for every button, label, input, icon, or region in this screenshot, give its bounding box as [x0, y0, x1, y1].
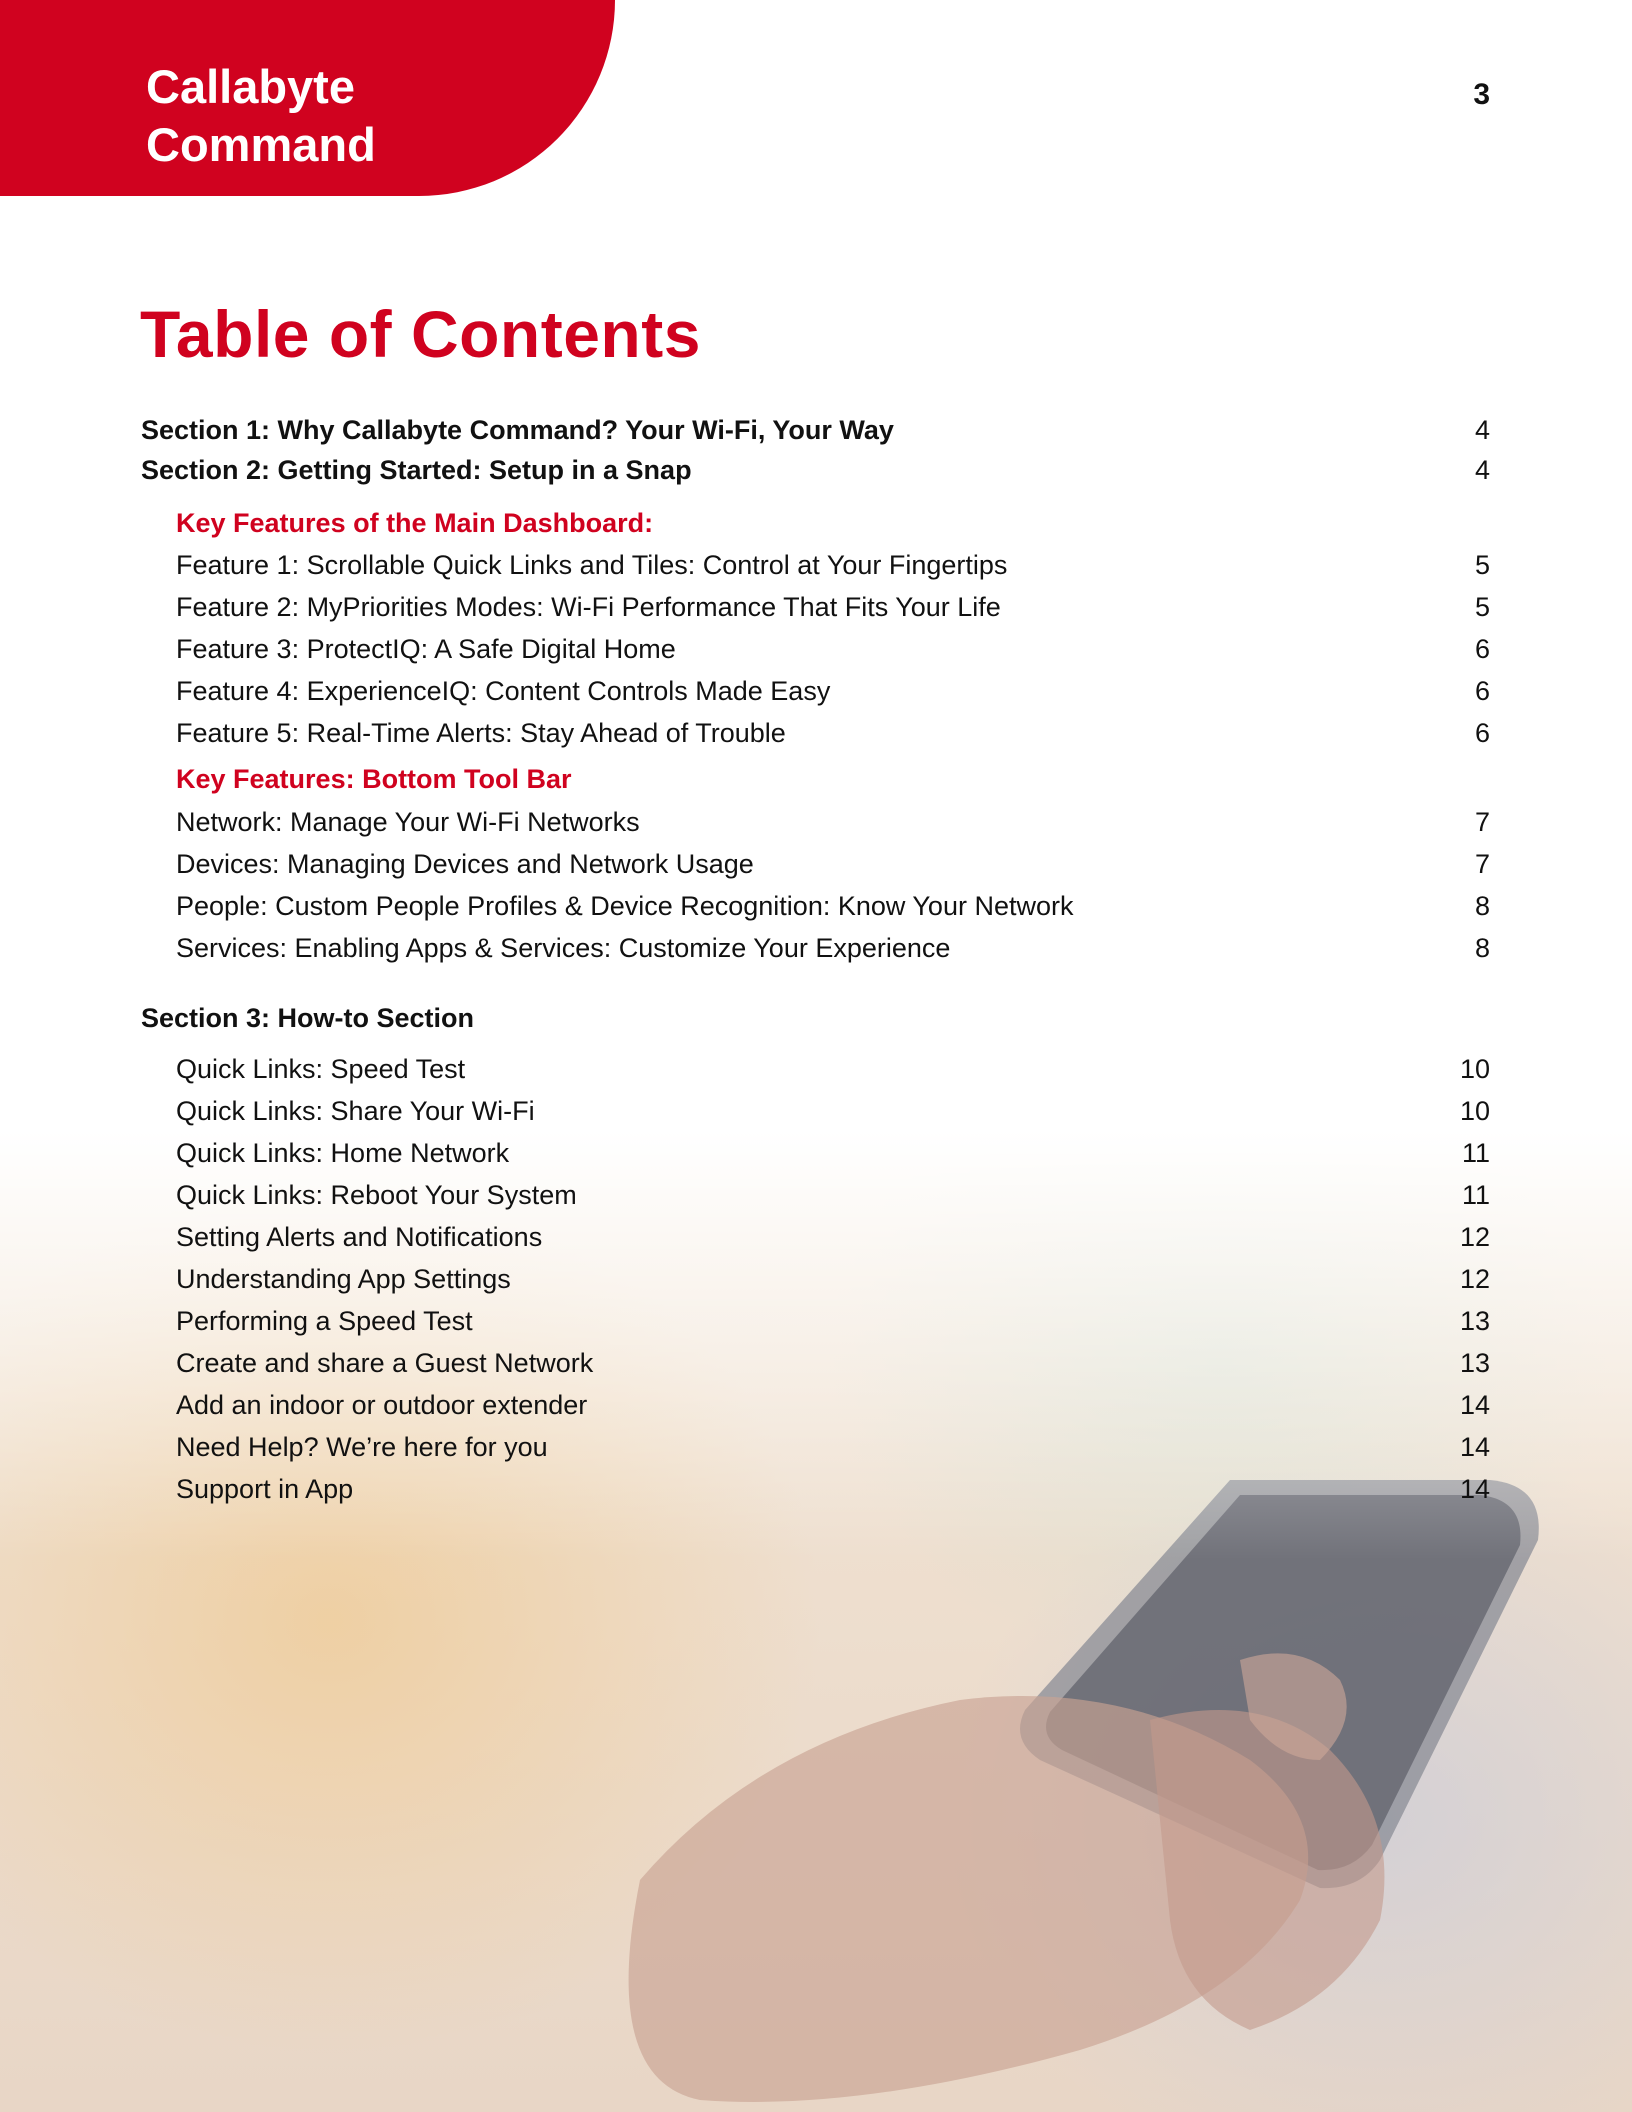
toc-entry-row[interactable]: Services: Enabling Apps & Services: Cust… [0, 929, 1632, 967]
toc-page-number: 8 [1474, 891, 1490, 921]
toc-page-number: 7 [1474, 807, 1490, 837]
toc-entry-row[interactable]: Quick Links: Reboot Your System 11 [0, 1176, 1632, 1214]
toc-entry-row[interactable]: Create and share a Guest Network 13 [0, 1344, 1632, 1382]
toc-entry-row[interactable]: Feature 2: MyPriorities Modes: Wi-Fi Per… [0, 588, 1632, 626]
toc-page-number: 4 [1474, 415, 1490, 445]
toc-entry-label: Devices: Managing Devices and Network Us… [176, 849, 754, 879]
toc-page-number: 11 [1461, 1138, 1490, 1168]
toc-entry-label: Create and share a Guest Network [176, 1348, 594, 1378]
toc-entry-label: Section 3: How-to Section [141, 1003, 475, 1033]
toc-page-number: 10 [1459, 1096, 1490, 1126]
toc-entry-label: Support in App [176, 1474, 354, 1504]
toc-page-number: 11 [1461, 1180, 1490, 1210]
toc-subheading-row[interactable]: Key Features: Bottom Tool Bar [0, 760, 1632, 798]
toc-entry-row[interactable]: Feature 1: Scrollable Quick Links and Ti… [0, 546, 1632, 584]
toc-entry-label: Feature 4: ExperienceIQ: Content Control… [176, 676, 831, 706]
toc-page-number: 14 [1459, 1474, 1490, 1504]
toc-page-number: 12 [1459, 1222, 1490, 1252]
toc-entry-row[interactable]: Feature 4: ExperienceIQ: Content Control… [0, 672, 1632, 710]
toc-entry-label: Understanding App Settings [176, 1264, 511, 1294]
toc-page-number: 12 [1459, 1264, 1490, 1294]
toc-entry-label: Quick Links: Share Your Wi-Fi [176, 1096, 535, 1126]
toc-entry-row[interactable]: Add an indoor or outdoor extender 14 [0, 1386, 1632, 1424]
toc-entry-label: Section 1: Why Callabyte Command? Your W… [141, 415, 894, 445]
toc-entry-label: Quick Links: Reboot Your System [176, 1180, 577, 1210]
toc-entry-label: People: Custom People Profiles & Device … [176, 891, 1074, 921]
toc-entry-label: Setting Alerts and Notifications [176, 1222, 543, 1252]
page-number: 3 [1473, 78, 1490, 111]
toc-entry-label: Key Features: Bottom Tool Bar [176, 764, 572, 794]
toc-entry-row[interactable]: Quick Links: Speed Test 10 [0, 1050, 1632, 1088]
toc-entry-label: Feature 5: Real-Time Alerts: Stay Ahead … [176, 718, 786, 748]
toc-entry-label: Quick Links: Speed Test [176, 1054, 466, 1084]
toc-page-number: 4 [1474, 455, 1490, 485]
toc-subheading-row[interactable]: Key Features of the Main Dashboard: [0, 504, 1632, 542]
toc-page-number: 6 [1474, 718, 1490, 748]
toc-entry-label: Feature 1: Scrollable Quick Links and Ti… [176, 550, 1008, 580]
toc-entry-row[interactable]: Network: Manage Your Wi-Fi Networks 7 [0, 803, 1632, 841]
toc-entry-row[interactable]: Performing a Speed Test 13 [0, 1302, 1632, 1340]
brand-name: Callabyte Command [146, 60, 376, 171]
toc-page-number: 6 [1474, 634, 1490, 664]
toc-section-row[interactable]: Section 2: Getting Started: Setup in a S… [0, 451, 1632, 489]
toc-entry-row[interactable]: Understanding App Settings 12 [0, 1260, 1632, 1298]
toc-entry-row[interactable]: Quick Links: Share Your Wi-Fi 10 [0, 1092, 1632, 1130]
toc-page-number: 7 [1474, 849, 1490, 879]
toc-page-number: 13 [1459, 1348, 1490, 1378]
toc-entry-label: Services: Enabling Apps & Services: Cust… [176, 933, 951, 963]
toc-entry-label: Key Features of the Main Dashboard: [176, 508, 654, 538]
toc-section-row[interactable]: Section 3: How-to Section [0, 999, 1632, 1037]
toc-page-number: 8 [1474, 933, 1490, 963]
toc-entry-label: Section 2: Getting Started: Setup in a S… [141, 455, 692, 485]
toc-page-number: 13 [1459, 1306, 1490, 1336]
toc-page-number: 5 [1474, 592, 1490, 622]
toc-entry-row[interactable]: Devices: Managing Devices and Network Us… [0, 845, 1632, 883]
toc-entry-row[interactable]: Feature 5: Real-Time Alerts: Stay Ahead … [0, 714, 1632, 752]
toc-entry-label: Need Help? We’re here for you [176, 1432, 548, 1462]
toc-entry-row[interactable]: Quick Links: Home Network 11 [0, 1134, 1632, 1172]
toc-entry-row[interactable]: Support in App 14 [0, 1470, 1632, 1508]
toc-page-number: 5 [1474, 550, 1490, 580]
toc-entry-label: Add an indoor or outdoor extender [176, 1390, 588, 1420]
toc-entry-row[interactable]: Feature 3: ProtectIQ: A Safe Digital Hom… [0, 630, 1632, 668]
toc-page-number: 14 [1459, 1390, 1490, 1420]
toc-entry-label: Feature 3: ProtectIQ: A Safe Digital Hom… [176, 634, 676, 664]
toc-entry-row[interactable]: People: Custom People Profiles & Device … [0, 887, 1632, 925]
toc-entry-label: Quick Links: Home Network [176, 1138, 510, 1168]
toc-page-number: 10 [1459, 1054, 1490, 1084]
toc-entry-label: Feature 2: MyPriorities Modes: Wi-Fi Per… [176, 592, 1001, 622]
toc-section-row[interactable]: Section 1: Why Callabyte Command? Your W… [0, 411, 1632, 449]
toc-page-number: 14 [1459, 1432, 1490, 1462]
toc-page-number: 6 [1474, 676, 1490, 706]
toc-entry-row[interactable]: Need Help? We’re here for you 14 [0, 1428, 1632, 1466]
toc-entry-row[interactable]: Setting Alerts and Notifications 12 [0, 1218, 1632, 1256]
page-title: Table of Contents [140, 297, 701, 371]
toc-entry-label: Network: Manage Your Wi-Fi Networks [176, 807, 640, 837]
toc-entry-label: Performing a Speed Test [176, 1306, 473, 1336]
